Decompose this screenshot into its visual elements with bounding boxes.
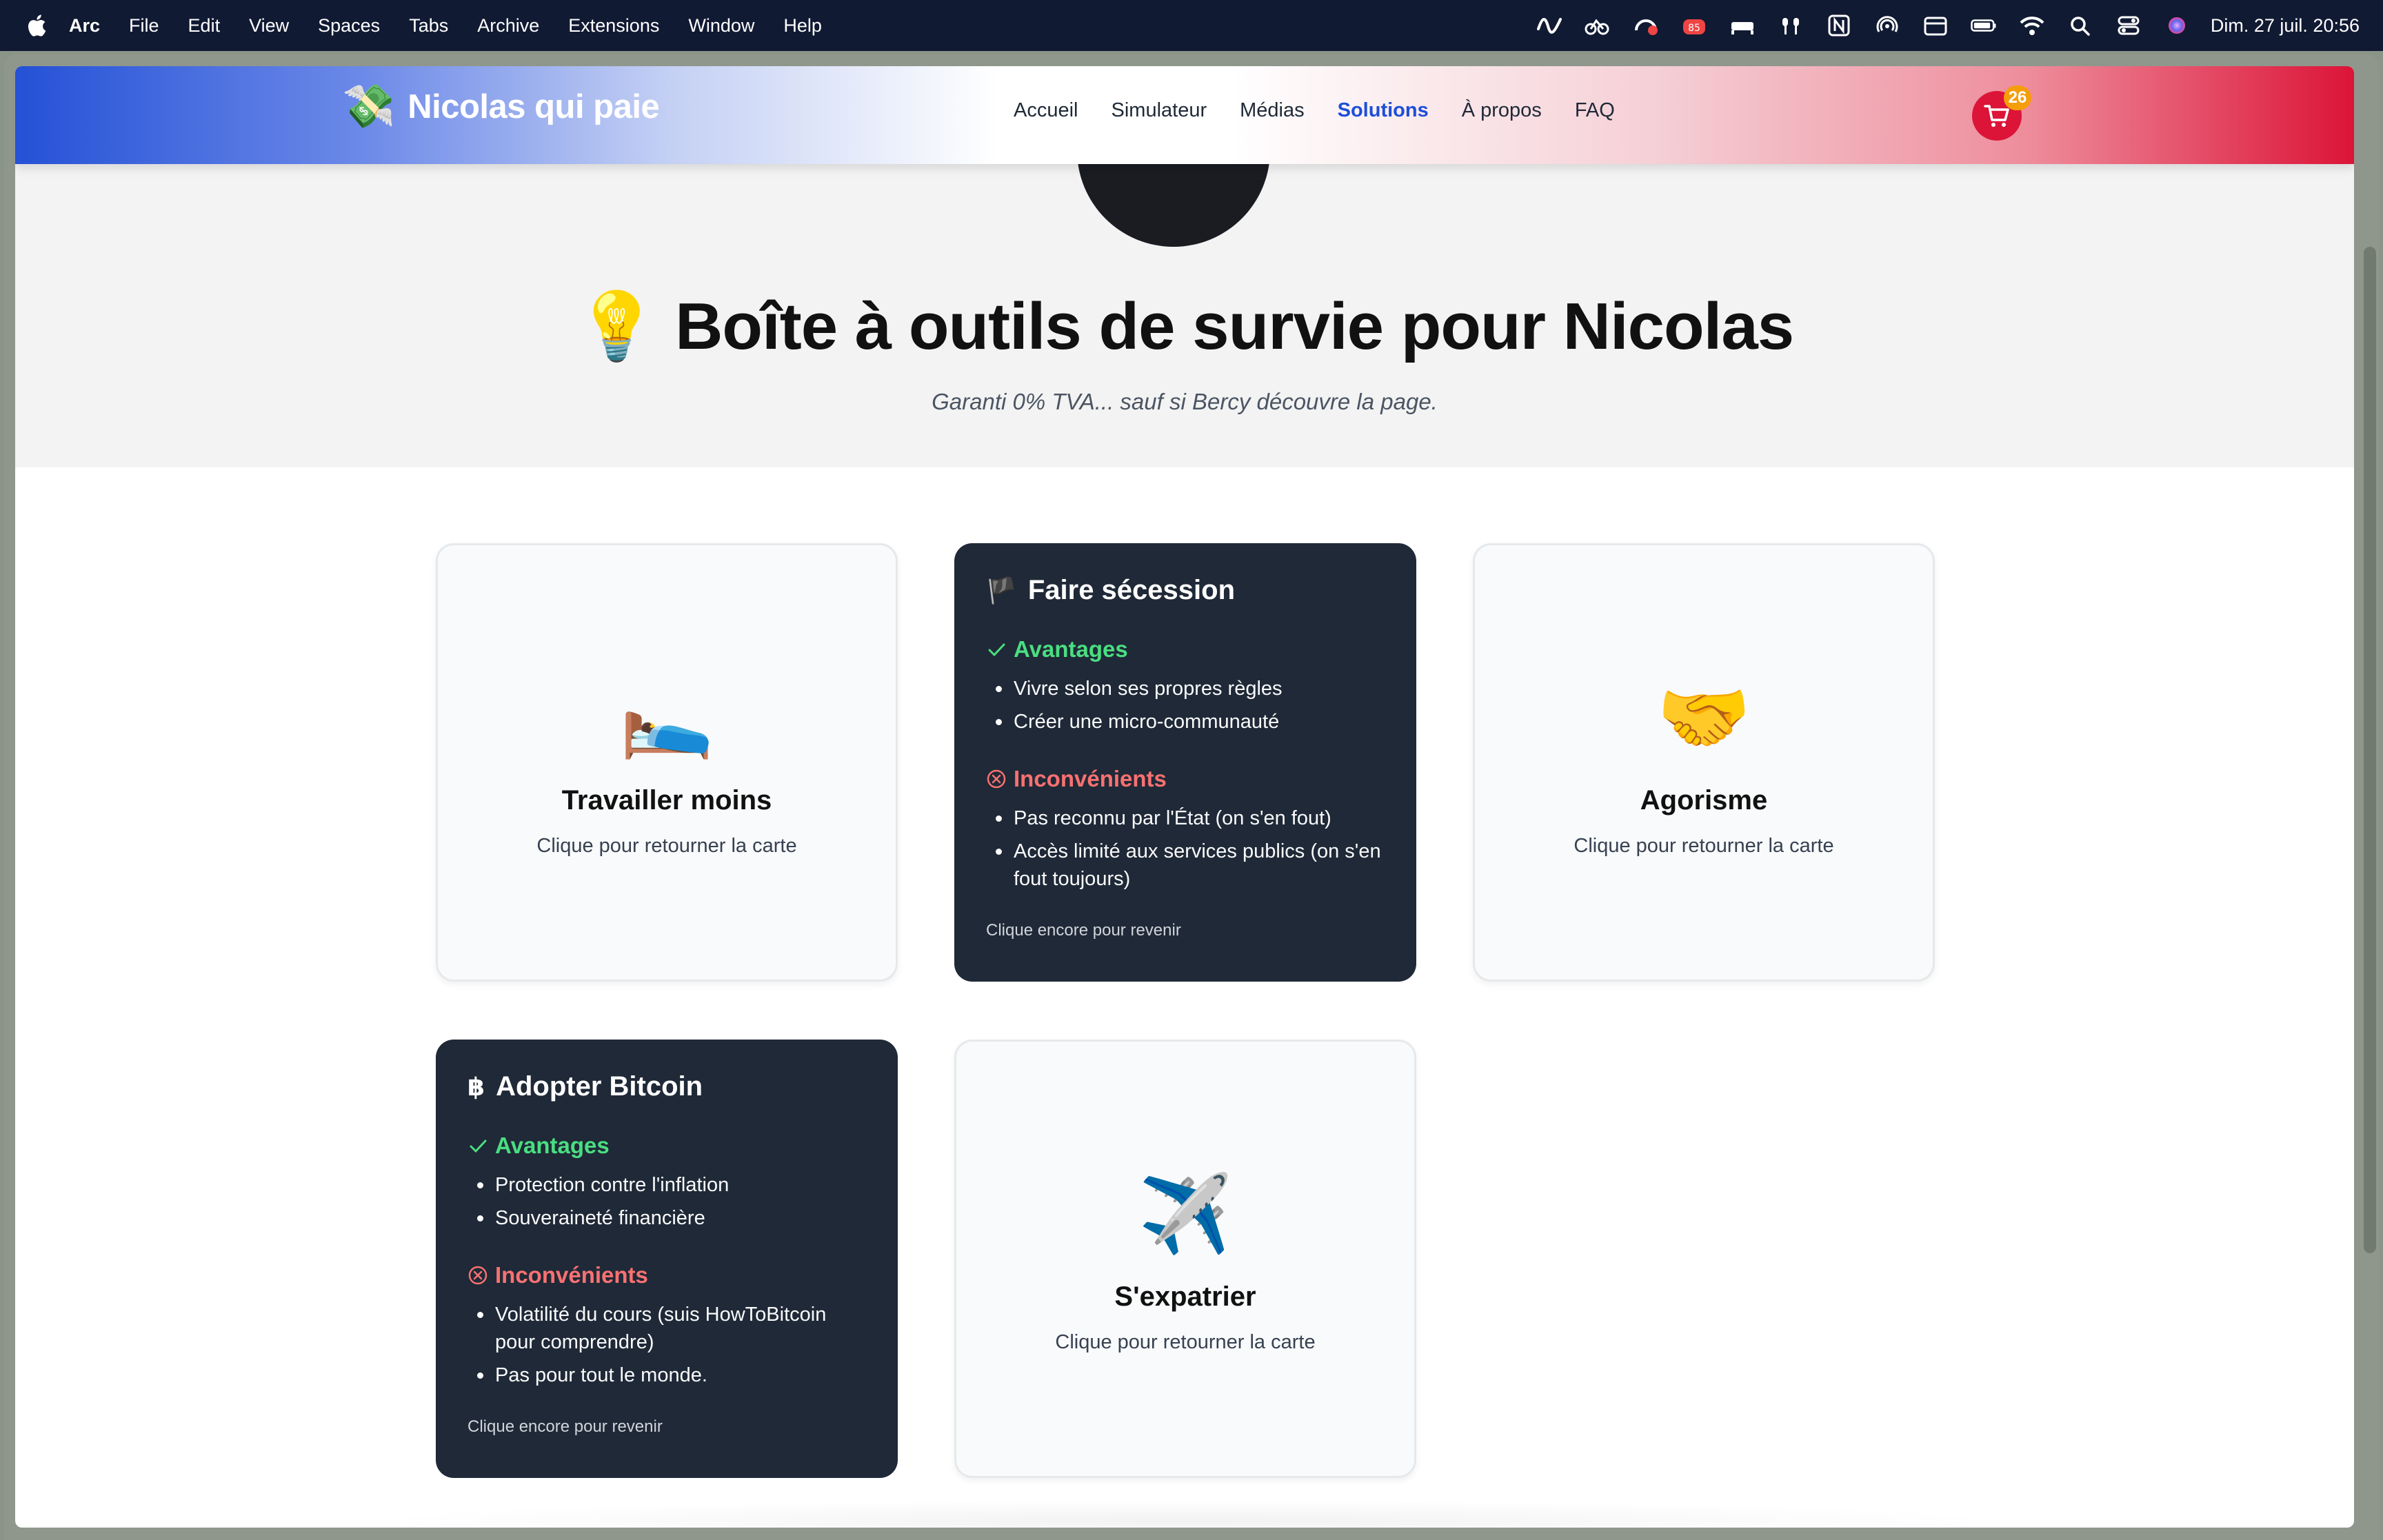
pros-heading: Avantages: [986, 636, 1385, 662]
cons-label: Inconvénients: [495, 1262, 648, 1288]
x-circle-icon: [468, 1266, 487, 1285]
badge-count: 85: [1688, 23, 1700, 34]
page-title: 💡 Boîte à outils de survie pour Nicolas: [575, 290, 1794, 363]
control-center-icon[interactable]: [2114, 13, 2143, 38]
site-header: 💸 Nicolas qui paie Accueil Simulateur Mé…: [15, 66, 2354, 164]
card-hint: Clique pour retourner la carte: [1573, 835, 1834, 857]
site-logo-text: Nicolas qui paie: [408, 88, 660, 125]
list-item: Volatilité du cours (suis HowToBitcoin p…: [467, 1301, 866, 1356]
menu-view[interactable]: View: [249, 15, 289, 37]
cons-label: Inconvénients: [1014, 766, 1167, 791]
siri-icon[interactable]: [2162, 13, 2191, 38]
recording-icon[interactable]: [1631, 13, 1660, 38]
menu-help[interactable]: Help: [783, 15, 822, 37]
pros-label: Avantages: [1014, 636, 1128, 662]
card-agorisme[interactable]: 🤝 Agorisme Clique pour retourner la cart…: [1473, 543, 1935, 982]
menu-file[interactable]: File: [129, 15, 159, 37]
nav-solutions[interactable]: Solutions: [1338, 99, 1429, 122]
card-travailler-moins[interactable]: 🛌 Travailler moins Clique pour retourner…: [436, 543, 898, 982]
notification-badge-icon[interactable]: 85: [1680, 13, 1709, 38]
card-title: Agorisme: [1640, 785, 1768, 815]
card-title: S'expatrier: [1114, 1281, 1256, 1312]
pros-label: Avantages: [495, 1133, 610, 1158]
list-item: Souveraineté financière: [467, 1204, 866, 1232]
list-item: Pas pour tout le monde.: [467, 1361, 866, 1389]
cons-heading: Inconvénients: [467, 1262, 866, 1288]
site-logo[interactable]: 💸 Nicolas qui paie: [342, 83, 660, 130]
airdrop-icon[interactable]: [1873, 13, 1902, 38]
airplane-emoji-icon: ✈️: [1138, 1172, 1233, 1257]
card-title-text: Faire sécession: [1027, 575, 1236, 605]
section-divider: [360, 1500, 2015, 1528]
check-icon: [470, 1139, 487, 1153]
calendar-menu-icon[interactable]: [1921, 13, 1950, 38]
bitcoin-icon: ฿: [467, 1072, 485, 1101]
menu-archive[interactable]: Archive: [477, 15, 539, 37]
card-title: Travailler moins: [561, 785, 772, 815]
main-nav: Accueil Simulateur Médias Solutions À pr…: [1014, 99, 1648, 122]
nav-simulateur[interactable]: Simulateur: [1112, 99, 1207, 122]
apple-menu-icon[interactable]: [26, 14, 47, 37]
money-wings-icon: 💸: [342, 83, 396, 130]
browser-window: 💸 Nicolas qui paie Accueil Simulateur Mé…: [4, 54, 2379, 1540]
bed-emoji-icon: 🛌: [619, 676, 714, 760]
notion-icon[interactable]: [1824, 13, 1853, 38]
list-item: Créer une micro-communauté: [986, 708, 1385, 736]
menu-edit[interactable]: Edit: [188, 15, 221, 37]
nav-accueil[interactable]: Accueil: [1014, 99, 1078, 122]
macos-menubar: Arc File Edit View Spaces Tabs Archive E…: [0, 0, 2383, 51]
card-adopter-bitcoin[interactable]: ฿ Adopter Bitcoin Avantages Protection c…: [436, 1040, 898, 1478]
pros-list: Protection contre l'inflation Souveraine…: [467, 1171, 866, 1232]
page-scrollbar[interactable]: [2364, 247, 2376, 1253]
x-circle-icon: [987, 769, 1006, 789]
black-flag-icon: 🏴: [986, 576, 1017, 605]
list-item: Accès limité aux services publics (on s'…: [986, 838, 1385, 893]
wifi-icon[interactable]: [2018, 13, 2047, 38]
list-item: Vivre selon ses propres règles: [986, 675, 1385, 702]
list-item: Pas reconnu par l'État (on s'en fout): [986, 804, 1385, 832]
airpods-icon[interactable]: [1776, 13, 1805, 38]
card-title: 🏴 Faire sécession: [986, 575, 1385, 606]
nav-faq[interactable]: FAQ: [1575, 99, 1615, 122]
menu-extensions[interactable]: Extensions: [568, 15, 659, 37]
card-faire-secession[interactable]: 🏴 Faire sécession Avantages Vivre selon …: [954, 543, 1416, 982]
handshake-emoji-icon: 🤝: [1656, 676, 1751, 760]
card-hint: Clique pour retourner la carte: [1055, 1331, 1316, 1353]
bed-icon[interactable]: [1728, 13, 1757, 38]
pros-list: Vivre selon ses propres règles Créer une…: [986, 675, 1385, 736]
bike-timer-icon[interactable]: [1583, 13, 1612, 38]
spotlight-search-icon[interactable]: [2066, 13, 2095, 38]
web-page: 💸 Nicolas qui paie Accueil Simulateur Mé…: [15, 66, 2354, 1528]
cons-list: Volatilité du cours (suis HowToBitcoin p…: [467, 1301, 866, 1389]
menu-spaces[interactable]: Spaces: [318, 15, 380, 37]
card-s-expatrier[interactable]: ✈️ S'expatrier Clique pour retourner la …: [954, 1040, 1416, 1478]
check-icon: [988, 643, 1005, 657]
cons-heading: Inconvénients: [986, 766, 1385, 792]
menubar-clock[interactable]: Dim. 27 juil. 20:56: [2211, 15, 2360, 37]
menu-arc[interactable]: Arc: [69, 15, 100, 37]
menu-window[interactable]: Window: [688, 15, 754, 37]
list-item: Protection contre l'inflation: [467, 1171, 866, 1199]
card-title-text: Adopter Bitcoin: [496, 1071, 703, 1102]
card-hint: Clique pour retourner la carte: [536, 835, 797, 857]
page-subtitle: Garanti 0% TVA... sauf si Bercy découvre…: [932, 389, 1438, 414]
card-title: ฿ Adopter Bitcoin: [467, 1071, 866, 1102]
cart-button[interactable]: 26: [1972, 85, 2031, 141]
cons-list: Pas reconnu par l'État (on s'en fout) Ac…: [986, 804, 1385, 893]
status-area: 85 Dim. 27 juil. 20:56: [1516, 0, 2360, 51]
card-back-hint: Clique encore pour revenir: [986, 921, 1181, 940]
battery-icon[interactable]: [1969, 13, 1998, 38]
nav-medias[interactable]: Médias: [1240, 99, 1305, 122]
nav-a-propos[interactable]: À propos: [1462, 99, 1542, 122]
wave-icon[interactable]: [1535, 13, 1564, 38]
pros-heading: Avantages: [467, 1133, 866, 1159]
cart-count-badge: 26: [2004, 85, 2031, 110]
menu-tabs[interactable]: Tabs: [409, 15, 448, 37]
card-back-hint: Clique encore pour revenir: [467, 1417, 663, 1436]
hero-section: 💡 Boîte à outils de survie pour Nicolas …: [15, 66, 2354, 467]
